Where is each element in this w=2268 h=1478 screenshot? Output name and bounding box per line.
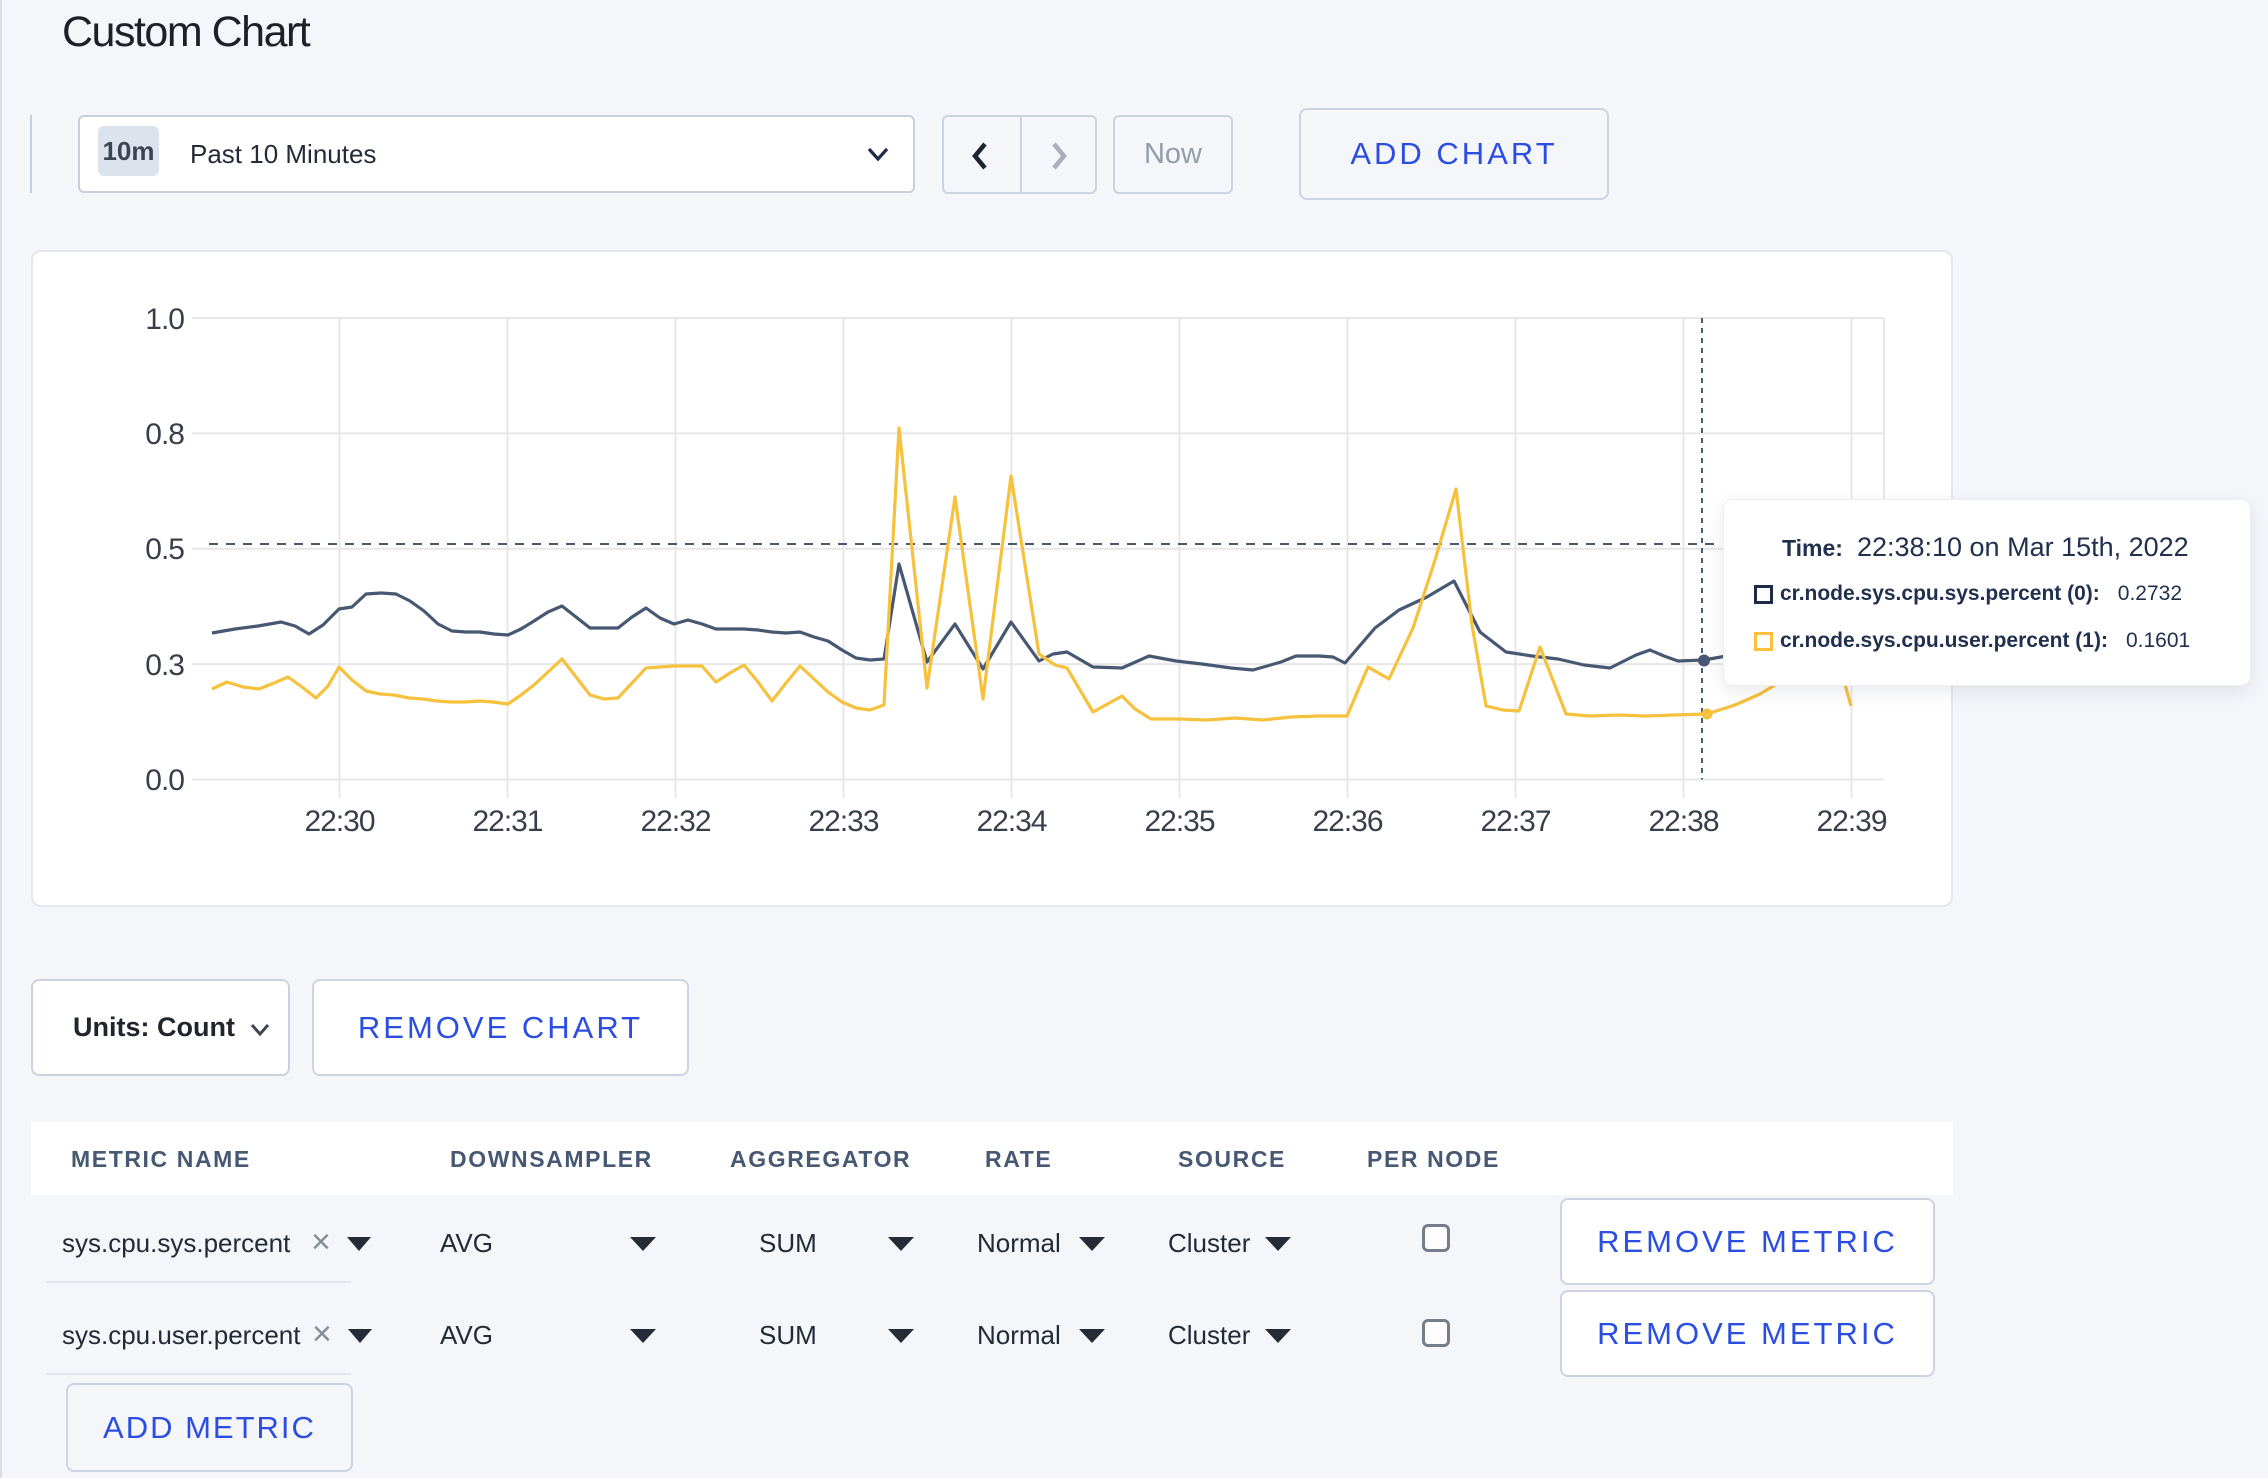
svg-text:0.8: 0.8	[145, 418, 184, 451]
svg-text:22:37: 22:37	[1480, 805, 1550, 838]
svg-text:22:30: 22:30	[304, 805, 374, 838]
svg-text:0.0: 0.0	[145, 764, 184, 797]
svg-text:22:33: 22:33	[808, 805, 878, 838]
svg-text:22:34: 22:34	[976, 805, 1046, 838]
svg-text:22:31: 22:31	[472, 805, 542, 838]
svg-text:22:36: 22:36	[1312, 805, 1382, 838]
svg-text:0.3: 0.3	[145, 649, 184, 682]
svg-text:1.0: 1.0	[145, 303, 184, 336]
svg-text:22:35: 22:35	[1144, 805, 1214, 838]
svg-text:0.5: 0.5	[145, 533, 184, 566]
svg-text:22:32: 22:32	[640, 805, 710, 838]
svg-text:22:39: 22:39	[1816, 805, 1886, 838]
svg-text:22:38: 22:38	[1648, 805, 1718, 838]
